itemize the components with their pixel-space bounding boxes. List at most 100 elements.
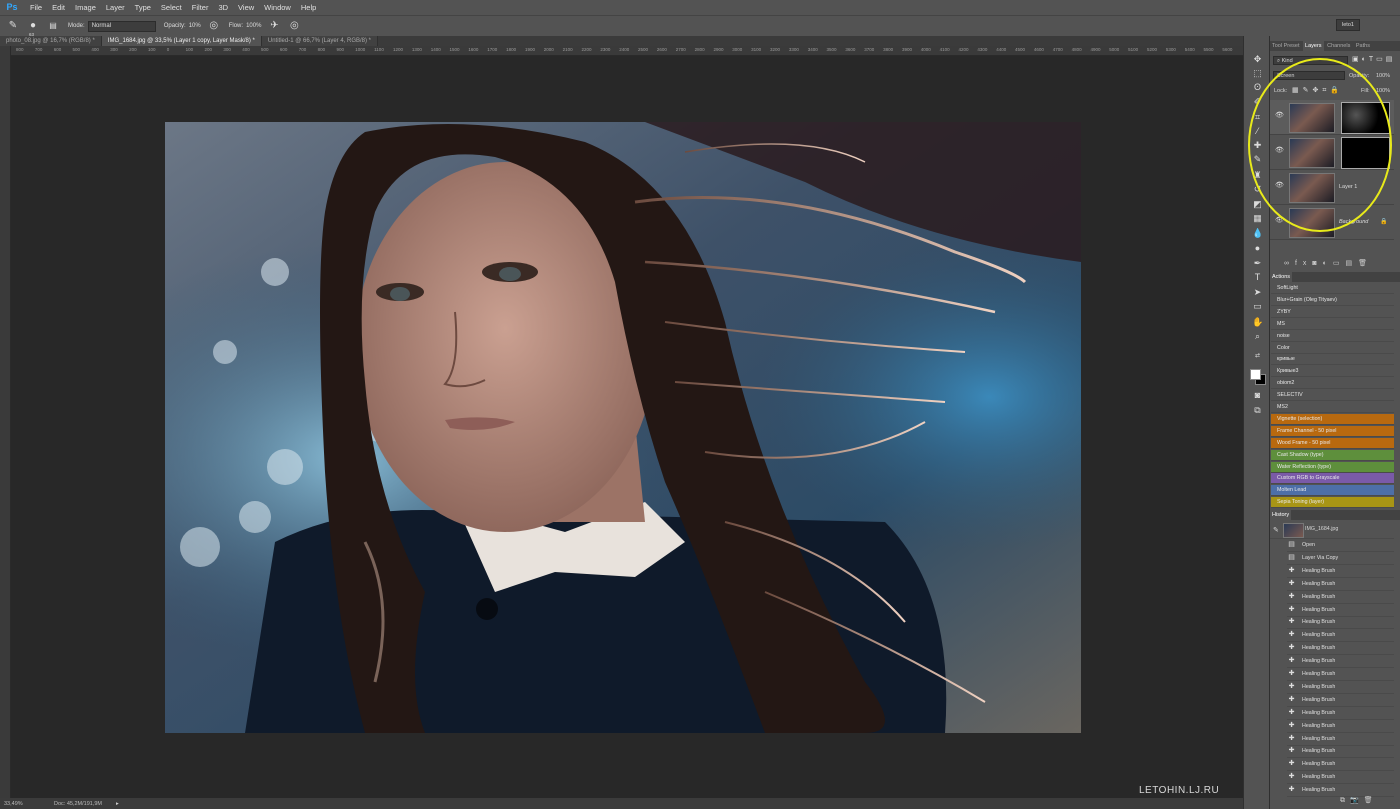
quick-mask-icon[interactable]: ◙	[1252, 390, 1263, 401]
menu-help[interactable]: Help	[296, 0, 321, 15]
tab-channels[interactable]: Channels	[1325, 41, 1352, 51]
action-item[interactable]: noise	[1271, 331, 1394, 342]
tab-untitled-1[interactable]: Untitled-1 @ 66,7% (Layer 4, RGB/8) *	[261, 36, 379, 46]
layer-row-2[interactable]: 👁	[1270, 135, 1394, 170]
document-image[interactable]	[165, 122, 1081, 733]
action-item[interactable]: Blur+Grain (Oleg Tityaev)	[1271, 295, 1394, 306]
history-step[interactable]: ✚ Healing Brush	[1287, 758, 1394, 772]
dodge-tool-icon[interactable]: ●	[1252, 243, 1263, 254]
layer-mask-thumbnail[interactable]	[1341, 102, 1390, 134]
history-step[interactable]: ✚ Healing Brush	[1287, 629, 1394, 643]
action-item[interactable]: ZYBY	[1271, 307, 1394, 318]
action-item[interactable]: Кривые3	[1271, 366, 1394, 378]
menu-edit[interactable]: Edit	[47, 0, 70, 15]
crop-tool-icon[interactable]: ⌗	[1252, 112, 1263, 123]
zoom-tool-icon[interactable]: ⌕	[1252, 331, 1263, 342]
history-step[interactable]: ✚ Healing Brush	[1287, 604, 1394, 617]
history-step[interactable]: ✚ Healing Brush	[1287, 655, 1394, 669]
tab-layers[interactable]: Layers	[1303, 41, 1324, 51]
history-step[interactable]: ✚ Healing Brush	[1287, 668, 1394, 681]
workspace-switcher[interactable]: leto1	[1336, 19, 1360, 31]
tab-history[interactable]: History	[1270, 510, 1292, 520]
menu-type[interactable]: Type	[130, 0, 156, 15]
action-item[interactable]: Water Reflection (type)	[1271, 461, 1394, 473]
layer-row-background[interactable]: 👁 Background 🔒	[1270, 205, 1394, 240]
layer-opacity-value[interactable]: 100%	[1376, 73, 1390, 79]
history-step[interactable]: ✚ Healing Brush	[1287, 591, 1394, 604]
lock-icons[interactable]: ▦✎✥⌗🔒	[1292, 86, 1343, 95]
history-step[interactable]: ✚ Healing Brush	[1287, 745, 1394, 759]
action-item[interactable]: Molten Lead	[1271, 485, 1394, 497]
action-item[interactable]: Color	[1271, 343, 1394, 354]
marquee-tool-icon[interactable]: ⬚	[1252, 68, 1263, 79]
blur-tool-icon[interactable]: 💧	[1252, 228, 1263, 239]
type-tool-icon[interactable]: T	[1252, 272, 1263, 283]
blend-mode-select[interactable]: Screen	[1273, 71, 1345, 80]
opacity-value[interactable]: 10%	[189, 23, 201, 29]
history-step[interactable]: ✚ Healing Brush	[1287, 681, 1394, 694]
brush-panel-toggle-icon[interactable]: ▤	[46, 19, 60, 33]
history-step[interactable]: ✚ Healing Brush	[1287, 771, 1394, 785]
action-item[interactable]: SELECTIV	[1271, 390, 1394, 402]
hand-tool-icon[interactable]: ✋	[1252, 317, 1263, 328]
eye-icon[interactable]: 👁	[1275, 112, 1284, 119]
eye-icon[interactable]: 👁	[1275, 217, 1284, 224]
action-item[interactable]: MS2	[1271, 402, 1394, 413]
history-step[interactable]: ✚ Healing Brush	[1287, 616, 1394, 630]
mode-select[interactable]: Normal	[87, 20, 156, 32]
status-menu-arrow-icon[interactable]: ▸	[116, 801, 119, 807]
menu-file[interactable]: File	[25, 0, 47, 15]
screen-mode-icon[interactable]: ⧉	[1252, 405, 1263, 416]
lasso-tool-icon[interactable]: ʘ	[1252, 82, 1263, 93]
gradient-tool-icon[interactable]: ▦	[1252, 213, 1263, 224]
pressure-size-icon[interactable]: ◎	[287, 19, 301, 33]
healing-brush-tool-icon[interactable]: ✚	[1252, 140, 1263, 151]
action-item[interactable]: Custom RGB to Grayscale	[1271, 473, 1394, 485]
history-step[interactable]: ✚ Healing Brush	[1287, 707, 1394, 720]
history-step[interactable]: ✚ Healing Brush	[1287, 642, 1394, 656]
tab-paths[interactable]: Paths	[1354, 41, 1372, 51]
history-step[interactable]: ✚ Healing Brush	[1287, 694, 1394, 707]
action-item[interactable]: Cast Shadow (type)	[1271, 449, 1394, 461]
history-snapshot[interactable]: ✎ IMG_1684.jpg	[1270, 522, 1394, 539]
layer-row-1-copy[interactable]: 👁	[1270, 100, 1394, 135]
action-item[interactable]: кривые	[1271, 354, 1394, 366]
tab-photo-08[interactable]: photo_08.jpg @ 16,7% (RGB/8) *	[0, 36, 102, 46]
history-step[interactable]: ▤ Open	[1287, 539, 1394, 552]
eraser-tool-icon[interactable]: ◩	[1252, 199, 1263, 210]
foreground-color-swatch[interactable]	[1250, 369, 1261, 380]
eyedropper-tool-icon[interactable]: ⁄	[1252, 126, 1263, 137]
move-tool-icon[interactable]: ✥	[1252, 54, 1263, 65]
tab-img-1684[interactable]: IMG_1684.jpg @ 33,5% (Layer 1 copy, Laye…	[101, 36, 262, 46]
action-item[interactable]: Wood Frame - 50 pixel	[1271, 437, 1394, 449]
swap-colors-icon[interactable]: ⇄	[1252, 351, 1263, 362]
history-step[interactable]: ✚ Healing Brush	[1287, 720, 1394, 733]
layer-footer-icons[interactable]: ∞fx◙◐▭▤🗑	[1284, 259, 1394, 269]
action-item[interactable]: Sepia Toning (layer)	[1271, 497, 1394, 509]
history-step[interactable]: ✚ Healing Brush	[1287, 565, 1394, 578]
zoom-level[interactable]: 33,49%	[4, 801, 46, 807]
layer-filter-icons[interactable]: ▣◐T▭▤	[1352, 55, 1396, 65]
brush-tool-icon[interactable]: ✎	[1252, 154, 1263, 165]
airbrush-icon[interactable]: ✈	[267, 19, 281, 33]
menu-window[interactable]: Window	[259, 0, 296, 15]
layer-mask-thumbnail[interactable]	[1341, 137, 1390, 169]
layer-filter-select[interactable]: ⌕ Kind	[1273, 56, 1348, 65]
brush-tool-icon[interactable]: ✎	[6, 19, 20, 33]
flow-value[interactable]: 100%	[246, 23, 261, 29]
history-step[interactable]: ✚ Healing Brush	[1287, 578, 1394, 591]
tab-actions[interactable]: Actions	[1270, 272, 1293, 282]
history-step[interactable]: ▤ Layer Via Copy	[1287, 552, 1394, 565]
action-item[interactable]: obiom2	[1271, 378, 1394, 390]
menu-view[interactable]: View	[233, 0, 259, 15]
action-item[interactable]: MS	[1271, 319, 1394, 330]
menu-3d[interactable]: 3D	[213, 0, 233, 15]
menu-filter[interactable]: Filter	[187, 0, 214, 15]
menu-image[interactable]: Image	[70, 0, 101, 15]
menu-layer[interactable]: Layer	[101, 0, 130, 15]
history-brush-tool-icon[interactable]: ↺	[1252, 184, 1263, 195]
menu-select[interactable]: Select	[156, 0, 187, 15]
path-selection-tool-icon[interactable]: ➤	[1252, 287, 1263, 298]
rectangle-tool-icon[interactable]: ▭	[1252, 301, 1263, 312]
history-footer-icons[interactable]: ⧉📷🗑	[1340, 796, 1400, 806]
